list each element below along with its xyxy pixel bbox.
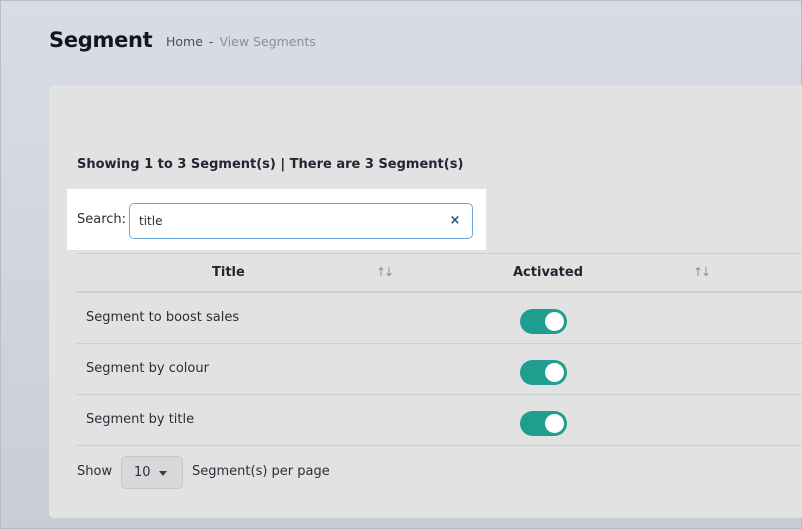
segment-title: Segment to boost sales xyxy=(86,310,240,325)
clear-icon[interactable]: × xyxy=(447,213,463,229)
search-label: Search: xyxy=(77,212,127,227)
search-input[interactable] xyxy=(129,203,473,239)
breadcrumb-separator: - xyxy=(208,34,214,49)
table-header: Title ↑↓ Activated ↑↓ xyxy=(76,253,802,293)
page-title: Segment xyxy=(49,28,153,52)
sort-title-icon[interactable]: ↑↓ xyxy=(376,265,394,279)
show-label: Show xyxy=(77,464,113,479)
pagination-controls: Show 10 Segment(s) per page xyxy=(77,456,477,489)
segments-card: Showing 1 to 3 Segment(s) | There are 3 … xyxy=(49,85,802,518)
table-row: Segment by colour xyxy=(76,344,802,395)
chevron-down-icon xyxy=(159,471,167,476)
table-row: Segment to boost sales xyxy=(76,293,802,344)
per-page-value: 10 xyxy=(134,465,151,480)
segment-title: Segment by colour xyxy=(86,361,209,376)
breadcrumb-current: View Segments xyxy=(219,34,316,49)
table-row: Segment by title xyxy=(76,395,802,446)
search-panel: Search: × xyxy=(67,189,486,250)
toggle-knob xyxy=(545,363,564,382)
per-page-select[interactable]: 10 xyxy=(121,456,183,489)
sort-activated-icon[interactable]: ↑↓ xyxy=(693,265,711,279)
column-header-activated[interactable]: Activated xyxy=(513,265,583,280)
toggle-knob xyxy=(545,414,564,433)
column-header-title[interactable]: Title xyxy=(212,265,245,280)
segments-table: Title ↑↓ Activated ↑↓ Segment to boost s… xyxy=(76,253,802,446)
toggle-knob xyxy=(545,312,564,331)
breadcrumb: Home - View Segments xyxy=(166,34,316,49)
breadcrumb-home-link[interactable]: Home xyxy=(166,34,203,49)
per-page-label: Segment(s) per page xyxy=(192,464,330,479)
activated-toggle[interactable] xyxy=(520,360,567,385)
segment-title: Segment by title xyxy=(86,412,195,427)
results-summary: Showing 1 to 3 Segment(s) | There are 3 … xyxy=(77,157,464,172)
activated-toggle[interactable] xyxy=(520,309,567,334)
activated-toggle[interactable] xyxy=(520,411,567,436)
